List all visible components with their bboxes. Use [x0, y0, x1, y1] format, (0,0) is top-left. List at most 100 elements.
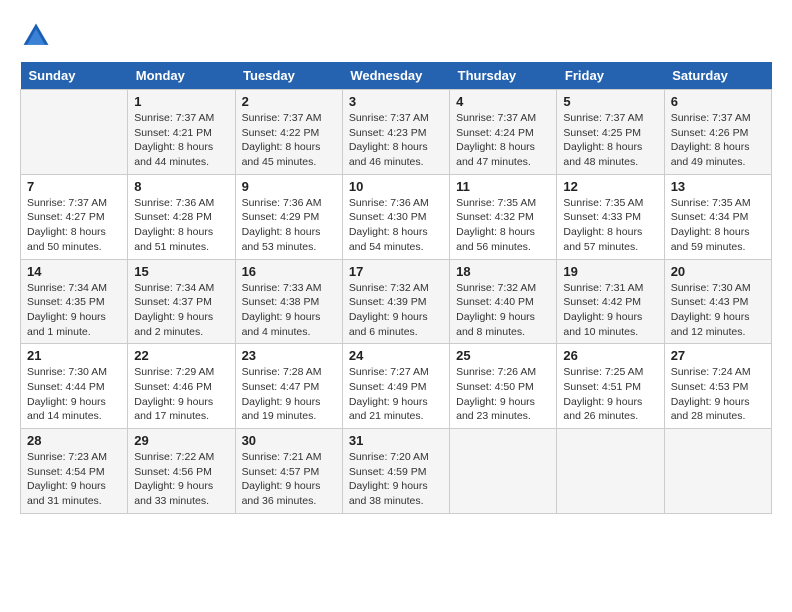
day-number: 29 — [134, 433, 228, 448]
week-row-2: 7 Sunrise: 7:37 AMSunset: 4:27 PMDayligh… — [21, 174, 772, 259]
calendar-cell: 8 Sunrise: 7:36 AMSunset: 4:28 PMDayligh… — [128, 174, 235, 259]
calendar-cell: 5 Sunrise: 7:37 AMSunset: 4:25 PMDayligh… — [557, 90, 664, 175]
logo — [20, 20, 56, 52]
calendar-cell — [664, 429, 771, 514]
day-info: Sunrise: 7:34 AMSunset: 4:35 PMDaylight:… — [27, 281, 121, 340]
calendar-cell: 31 Sunrise: 7:20 AMSunset: 4:59 PMDaylig… — [342, 429, 449, 514]
calendar-cell: 2 Sunrise: 7:37 AMSunset: 4:22 PMDayligh… — [235, 90, 342, 175]
day-number: 28 — [27, 433, 121, 448]
day-info: Sunrise: 7:23 AMSunset: 4:54 PMDaylight:… — [27, 450, 121, 509]
day-info: Sunrise: 7:36 AMSunset: 4:29 PMDaylight:… — [242, 196, 336, 255]
calendar-cell: 1 Sunrise: 7:37 AMSunset: 4:21 PMDayligh… — [128, 90, 235, 175]
day-number: 20 — [671, 264, 765, 279]
day-number: 3 — [349, 94, 443, 109]
day-header-friday: Friday — [557, 62, 664, 90]
calendar-cell: 10 Sunrise: 7:36 AMSunset: 4:30 PMDaylig… — [342, 174, 449, 259]
day-info: Sunrise: 7:37 AMSunset: 4:24 PMDaylight:… — [456, 111, 550, 170]
day-info: Sunrise: 7:33 AMSunset: 4:38 PMDaylight:… — [242, 281, 336, 340]
day-info: Sunrise: 7:31 AMSunset: 4:42 PMDaylight:… — [563, 281, 657, 340]
day-info: Sunrise: 7:37 AMSunset: 4:25 PMDaylight:… — [563, 111, 657, 170]
day-number: 7 — [27, 179, 121, 194]
day-number: 12 — [563, 179, 657, 194]
day-info: Sunrise: 7:29 AMSunset: 4:46 PMDaylight:… — [134, 365, 228, 424]
day-info: Sunrise: 7:34 AMSunset: 4:37 PMDaylight:… — [134, 281, 228, 340]
logo-icon — [20, 20, 52, 52]
calendar-cell: 21 Sunrise: 7:30 AMSunset: 4:44 PMDaylig… — [21, 344, 128, 429]
day-info: Sunrise: 7:20 AMSunset: 4:59 PMDaylight:… — [349, 450, 443, 509]
calendar-cell: 28 Sunrise: 7:23 AMSunset: 4:54 PMDaylig… — [21, 429, 128, 514]
calendar-table: SundayMondayTuesdayWednesdayThursdayFrid… — [20, 62, 772, 514]
calendar-cell: 20 Sunrise: 7:30 AMSunset: 4:43 PMDaylig… — [664, 259, 771, 344]
day-number: 4 — [456, 94, 550, 109]
calendar-cell: 29 Sunrise: 7:22 AMSunset: 4:56 PMDaylig… — [128, 429, 235, 514]
day-number: 18 — [456, 264, 550, 279]
calendar-cell: 16 Sunrise: 7:33 AMSunset: 4:38 PMDaylig… — [235, 259, 342, 344]
day-number: 21 — [27, 348, 121, 363]
day-header-sunday: Sunday — [21, 62, 128, 90]
calendar-cell: 27 Sunrise: 7:24 AMSunset: 4:53 PMDaylig… — [664, 344, 771, 429]
day-number: 5 — [563, 94, 657, 109]
day-number: 24 — [349, 348, 443, 363]
day-header-wednesday: Wednesday — [342, 62, 449, 90]
week-row-4: 21 Sunrise: 7:30 AMSunset: 4:44 PMDaylig… — [21, 344, 772, 429]
calendar-cell — [21, 90, 128, 175]
calendar-cell: 14 Sunrise: 7:34 AMSunset: 4:35 PMDaylig… — [21, 259, 128, 344]
day-info: Sunrise: 7:32 AMSunset: 4:40 PMDaylight:… — [456, 281, 550, 340]
calendar-cell: 24 Sunrise: 7:27 AMSunset: 4:49 PMDaylig… — [342, 344, 449, 429]
calendar-cell: 30 Sunrise: 7:21 AMSunset: 4:57 PMDaylig… — [235, 429, 342, 514]
day-header-monday: Monday — [128, 62, 235, 90]
day-info: Sunrise: 7:36 AMSunset: 4:28 PMDaylight:… — [134, 196, 228, 255]
day-number: 10 — [349, 179, 443, 194]
day-info: Sunrise: 7:35 AMSunset: 4:34 PMDaylight:… — [671, 196, 765, 255]
day-info: Sunrise: 7:36 AMSunset: 4:30 PMDaylight:… — [349, 196, 443, 255]
page-header — [20, 20, 772, 52]
week-row-1: 1 Sunrise: 7:37 AMSunset: 4:21 PMDayligh… — [21, 90, 772, 175]
day-info: Sunrise: 7:21 AMSunset: 4:57 PMDaylight:… — [242, 450, 336, 509]
week-row-3: 14 Sunrise: 7:34 AMSunset: 4:35 PMDaylig… — [21, 259, 772, 344]
week-row-5: 28 Sunrise: 7:23 AMSunset: 4:54 PMDaylig… — [21, 429, 772, 514]
day-info: Sunrise: 7:30 AMSunset: 4:43 PMDaylight:… — [671, 281, 765, 340]
header-row: SundayMondayTuesdayWednesdayThursdayFrid… — [21, 62, 772, 90]
day-number: 16 — [242, 264, 336, 279]
day-number: 8 — [134, 179, 228, 194]
day-header-tuesday: Tuesday — [235, 62, 342, 90]
day-info: Sunrise: 7:26 AMSunset: 4:50 PMDaylight:… — [456, 365, 550, 424]
day-info: Sunrise: 7:27 AMSunset: 4:49 PMDaylight:… — [349, 365, 443, 424]
day-info: Sunrise: 7:32 AMSunset: 4:39 PMDaylight:… — [349, 281, 443, 340]
calendar-cell: 23 Sunrise: 7:28 AMSunset: 4:47 PMDaylig… — [235, 344, 342, 429]
calendar-cell: 9 Sunrise: 7:36 AMSunset: 4:29 PMDayligh… — [235, 174, 342, 259]
day-number: 27 — [671, 348, 765, 363]
calendar-cell: 22 Sunrise: 7:29 AMSunset: 4:46 PMDaylig… — [128, 344, 235, 429]
day-info: Sunrise: 7:37 AMSunset: 4:27 PMDaylight:… — [27, 196, 121, 255]
day-info: Sunrise: 7:22 AMSunset: 4:56 PMDaylight:… — [134, 450, 228, 509]
day-header-thursday: Thursday — [450, 62, 557, 90]
day-info: Sunrise: 7:37 AMSunset: 4:26 PMDaylight:… — [671, 111, 765, 170]
day-number: 2 — [242, 94, 336, 109]
day-number: 26 — [563, 348, 657, 363]
day-number: 14 — [27, 264, 121, 279]
calendar-cell: 19 Sunrise: 7:31 AMSunset: 4:42 PMDaylig… — [557, 259, 664, 344]
day-number: 11 — [456, 179, 550, 194]
calendar-cell: 26 Sunrise: 7:25 AMSunset: 4:51 PMDaylig… — [557, 344, 664, 429]
day-number: 30 — [242, 433, 336, 448]
day-info: Sunrise: 7:24 AMSunset: 4:53 PMDaylight:… — [671, 365, 765, 424]
day-info: Sunrise: 7:25 AMSunset: 4:51 PMDaylight:… — [563, 365, 657, 424]
day-number: 22 — [134, 348, 228, 363]
calendar-cell: 7 Sunrise: 7:37 AMSunset: 4:27 PMDayligh… — [21, 174, 128, 259]
day-number: 15 — [134, 264, 228, 279]
calendar-cell: 18 Sunrise: 7:32 AMSunset: 4:40 PMDaylig… — [450, 259, 557, 344]
calendar-cell: 15 Sunrise: 7:34 AMSunset: 4:37 PMDaylig… — [128, 259, 235, 344]
day-info: Sunrise: 7:30 AMSunset: 4:44 PMDaylight:… — [27, 365, 121, 424]
day-number: 25 — [456, 348, 550, 363]
day-number: 23 — [242, 348, 336, 363]
day-info: Sunrise: 7:37 AMSunset: 4:23 PMDaylight:… — [349, 111, 443, 170]
calendar-cell — [450, 429, 557, 514]
day-number: 1 — [134, 94, 228, 109]
day-header-saturday: Saturday — [664, 62, 771, 90]
calendar-cell: 12 Sunrise: 7:35 AMSunset: 4:33 PMDaylig… — [557, 174, 664, 259]
day-info: Sunrise: 7:35 AMSunset: 4:32 PMDaylight:… — [456, 196, 550, 255]
calendar-cell: 4 Sunrise: 7:37 AMSunset: 4:24 PMDayligh… — [450, 90, 557, 175]
day-info: Sunrise: 7:37 AMSunset: 4:22 PMDaylight:… — [242, 111, 336, 170]
day-info: Sunrise: 7:28 AMSunset: 4:47 PMDaylight:… — [242, 365, 336, 424]
calendar-cell: 17 Sunrise: 7:32 AMSunset: 4:39 PMDaylig… — [342, 259, 449, 344]
